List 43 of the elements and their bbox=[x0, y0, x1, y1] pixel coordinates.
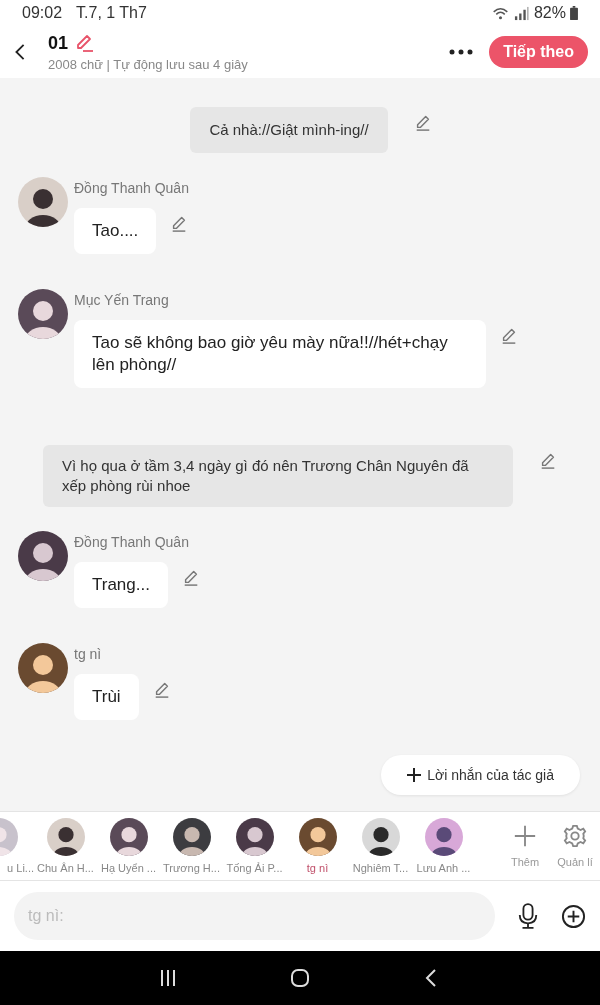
character-tab[interactable]: Chu Ân H... bbox=[37, 862, 94, 874]
add-label[interactable]: Thêm bbox=[510, 856, 540, 868]
character-tab[interactable]: Nghiêm T... bbox=[352, 862, 409, 874]
plus-icon[interactable] bbox=[513, 824, 537, 848]
character-name: Đồng Thanh Quân bbox=[74, 180, 189, 196]
character-tab[interactable]: Tống Ải P... bbox=[226, 862, 283, 874]
character-tab[interactable]: Lưu Anh ... bbox=[416, 862, 471, 874]
character-tab[interactable]: u Li... bbox=[7, 862, 34, 874]
settings-icon[interactable] bbox=[563, 824, 587, 848]
plus-icon bbox=[407, 768, 422, 782]
message-bubble: Trùi bbox=[74, 674, 139, 720]
status-date: T.7, 1 Th7 bbox=[76, 4, 147, 22]
narration-bubble: Cả nhà://Giật mình-ing// bbox=[190, 107, 388, 153]
narration-bubble: Vì họ qua ở tầm 3,4 ngày gì đó nên Trương Chân Nguyên đã xếp phòng rùi nhoe bbox=[43, 445, 513, 507]
author-note-button[interactable]: Lời nhắn của tác giả bbox=[381, 755, 580, 795]
message-input[interactable]: tg nì: bbox=[14, 892, 495, 940]
character-tab[interactable]: Trương H... bbox=[163, 862, 220, 874]
character-name: Mục Yến Trang bbox=[74, 292, 169, 308]
back-icon[interactable] bbox=[14, 43, 26, 61]
message-bubble: Trang... bbox=[74, 562, 168, 608]
more-icon[interactable] bbox=[449, 49, 474, 55]
character-tab[interactable]: Hạ Uyển ... bbox=[101, 862, 156, 874]
wifi-icon bbox=[491, 5, 509, 21]
microphone-icon[interactable] bbox=[517, 903, 539, 929]
manage-label[interactable]: Quản lí bbox=[557, 856, 593, 868]
character-name: Đồng Thanh Quân bbox=[74, 534, 189, 550]
pencil-icon[interactable] bbox=[539, 451, 557, 469]
chapter-title: 01 bbox=[48, 32, 69, 54]
signal-icon bbox=[512, 5, 530, 21]
character-name: tg nì bbox=[74, 646, 102, 662]
battery-icon bbox=[570, 6, 578, 20]
next-button[interactable]: Tiếp theo bbox=[489, 36, 588, 68]
status-time: 09:02 bbox=[22, 4, 63, 22]
message-bubble: Tao.... bbox=[74, 208, 157, 254]
battery-percent: 82% bbox=[533, 4, 566, 22]
message-bubble: Tao sẽ không bao giờ yêu mày nữa!!//hét+chạy lên phòng// bbox=[74, 320, 486, 388]
pencil-icon[interactable] bbox=[500, 326, 518, 344]
recents-icon[interactable] bbox=[158, 968, 178, 988]
add-icon[interactable] bbox=[561, 903, 586, 929]
pencil-icon[interactable] bbox=[74, 33, 95, 53]
home-icon[interactable] bbox=[290, 968, 310, 988]
word-count-text: 2008 chữ | Tự động lưu sau 4 giây bbox=[48, 56, 249, 72]
character-tab[interactable]: tg nì bbox=[306, 862, 329, 874]
